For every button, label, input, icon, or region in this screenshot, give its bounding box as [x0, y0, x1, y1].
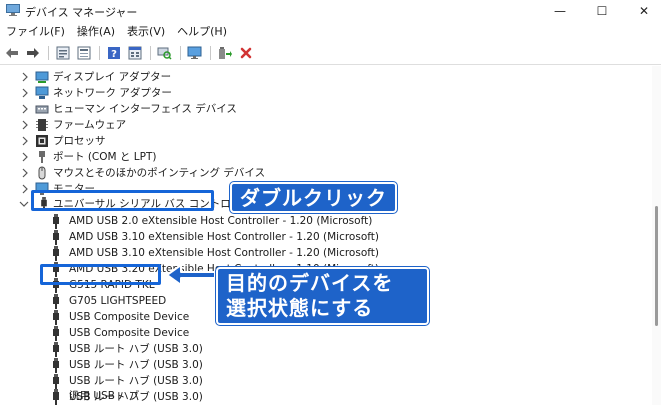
callout-text-line2: 選択状態にする — [226, 296, 374, 320]
vertical-scrollbar[interactable] — [652, 66, 661, 405]
toolbar: ? — [0, 42, 661, 64]
tree-category[interactable]: マウスとそのほかのポインティング デバイス — [0, 165, 640, 181]
usb-device-icon — [53, 246, 59, 261]
chevron-right-icon[interactable] — [20, 136, 30, 146]
category-label: ネットワーク アダプター — [53, 87, 172, 99]
details-icon[interactable] — [125, 44, 144, 62]
toolbar-separator — [99, 46, 100, 60]
category-label: ポート (COM と LPT) — [53, 151, 157, 163]
category-label: ヒューマン インターフェイス デバイス — [53, 103, 237, 115]
chevron-right-icon[interactable] — [20, 72, 30, 82]
tree-device[interactable]: AMD USB 2.0 eXtensible Host Controller -… — [0, 213, 640, 229]
usb-device-icon — [53, 294, 59, 309]
update-driver-icon[interactable] — [215, 44, 234, 62]
usb-device-icon — [53, 214, 59, 229]
tree-category[interactable]: プロセッサ — [0, 133, 640, 149]
remove-icon[interactable] — [236, 44, 255, 62]
device-label: USB Composite Device — [69, 327, 190, 339]
usb-device-icon — [53, 326, 59, 341]
hid-icon — [35, 105, 49, 114]
tree-category[interactable]: ファームウェア — [0, 117, 640, 133]
usb-device-icon — [53, 389, 59, 404]
port-icon — [39, 151, 45, 163]
firmware-icon — [36, 119, 48, 131]
chevron-right-icon[interactable] — [20, 88, 30, 98]
device-manager-icon — [6, 4, 20, 16]
tree-device[interactable]: USB ルート ハブ (USB 3.0) — [0, 341, 640, 357]
highlight-usb-category — [31, 190, 214, 211]
menu-action[interactable]: 操作(A) — [71, 24, 121, 40]
tree-category[interactable]: ヒューマン インターフェイス デバイス — [0, 101, 640, 117]
category-label: ファームウェア — [53, 119, 127, 131]
usb-device-icon — [53, 358, 59, 373]
network-adapter-icon — [35, 86, 49, 99]
chevron-right-icon[interactable] — [20, 104, 30, 114]
highlight-target-device — [40, 264, 161, 285]
window-title: デバイス マネージャー — [25, 6, 138, 19]
toolbar-separator — [48, 46, 49, 60]
tree-device[interactable]: AMD USB 3.10 eXtensible Host Controller … — [0, 229, 640, 245]
double-click-callout: ダブルクリック — [230, 182, 397, 213]
scan-icon[interactable] — [155, 44, 174, 62]
processor-icon — [36, 135, 48, 147]
toolbar-separator — [150, 46, 151, 60]
svg-text:?: ? — [111, 49, 117, 60]
device-label: USB ルート ハブ (USB 3.0) — [69, 375, 203, 387]
menu-help[interactable]: ヘルプ(H) — [171, 24, 233, 40]
device-label: G705 LIGHTSPEED — [69, 295, 167, 307]
tree-device[interactable]: USB ルート ハブ (USB 3.0) — [0, 357, 640, 373]
device-label: USB ルート ハブ (USB 3.0) — [69, 343, 203, 355]
properties-icon[interactable] — [53, 44, 72, 62]
scrollbar-thumb[interactable] — [655, 206, 658, 326]
tree-category[interactable]: ポート (COM と LPT) — [0, 149, 640, 165]
device-label: AMD USB 3.10 eXtensible Host Controller … — [69, 247, 379, 259]
menu-file[interactable]: ファイル(F) — [0, 24, 71, 40]
forward-icon[interactable] — [23, 44, 42, 62]
category-label: マウスとそのほかのポインティング デバイス — [53, 167, 266, 179]
device-label: USB Composite Device — [69, 311, 190, 323]
category-label: ディスプレイ アダプター — [53, 71, 172, 83]
tree-device[interactable]: USB Composite Device — [0, 325, 640, 341]
select-target-callout: 目的のデバイスを 選択状態にする — [216, 267, 429, 325]
tree-category[interactable]: ディスプレイ アダプター — [0, 69, 640, 85]
display-adapter-icon — [35, 71, 49, 83]
usb-device-icon — [53, 374, 59, 389]
callout-text: ダブルクリック — [240, 186, 387, 210]
device-label: AMD USB 3.10 eXtensible Host Controller … — [69, 231, 379, 243]
callout-text-line1: 目的のデバイスを — [226, 271, 394, 295]
list-icon[interactable] — [74, 44, 93, 62]
arrow-left-icon — [166, 264, 216, 286]
tree-device[interactable]: 汎用 USB ハブ — [0, 388, 640, 404]
usb-device-icon — [53, 342, 59, 357]
minimize-button[interactable]: — — [538, 0, 582, 22]
tree-category[interactable]: ネットワーク アダプター — [0, 85, 640, 101]
mouse-icon — [38, 166, 46, 180]
menu-bar: ファイル(F) 操作(A) 表示(V) ヘルプ(H) — [0, 24, 233, 40]
help-icon[interactable]: ? — [104, 44, 123, 62]
category-label: プロセッサ — [53, 135, 106, 147]
toolbar-separator — [180, 46, 181, 60]
chevron-down-icon[interactable] — [19, 199, 29, 209]
usb-device-icon — [53, 230, 59, 245]
chevron-right-icon[interactable] — [20, 184, 30, 194]
device-label: 汎用 USB ハブ — [69, 390, 140, 402]
chevron-right-icon[interactable] — [20, 152, 30, 162]
menu-view[interactable]: 表示(V) — [121, 24, 171, 40]
monitor-icon[interactable] — [185, 44, 204, 62]
maximize-button[interactable]: ☐ — [580, 0, 624, 22]
tree-device[interactable]: AMD USB 3.10 eXtensible Host Controller … — [0, 245, 640, 261]
close-button[interactable]: ✕ — [622, 0, 661, 22]
toolbar-separator — [210, 46, 211, 60]
chevron-right-icon[interactable] — [20, 120, 30, 130]
title-bar: デバイス マネージャー — ☐ ✕ — [0, 0, 661, 22]
tree-device[interactable]: USB ルート ハブ (USB 3.0) — [0, 373, 640, 389]
toolbar-divider — [0, 64, 661, 65]
device-label: USB ルート ハブ (USB 3.0) — [69, 359, 203, 371]
chevron-right-icon[interactable] — [20, 168, 30, 178]
usb-device-icon — [53, 310, 59, 325]
back-icon[interactable] — [2, 44, 21, 62]
device-label: AMD USB 2.0 eXtensible Host Controller -… — [69, 215, 373, 227]
